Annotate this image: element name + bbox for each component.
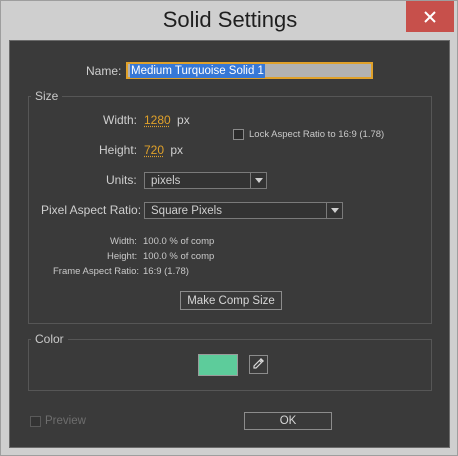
frame-aspect-ratio-value: 16:9 (1.78) — [143, 266, 189, 277]
height-label: Height: — [99, 143, 138, 157]
pixel-aspect-ratio-value: Square Pixels — [151, 204, 222, 217]
chevron-down-icon — [250, 173, 266, 188]
width-field[interactable]: 1280 px — [144, 113, 190, 127]
frame-aspect-ratio-label: Frame Aspect Ratio: — [53, 266, 140, 277]
eyedropper-icon — [252, 357, 265, 372]
units-value: pixels — [151, 174, 181, 187]
pixel-aspect-ratio-label: Pixel Aspect Ratio: — [41, 203, 142, 217]
info-width-label: Width: — [110, 236, 137, 247]
ok-label: OK — [279, 415, 297, 427]
color-swatch[interactable] — [198, 354, 238, 376]
name-label: Name: — [86, 64, 122, 78]
name-input[interactable]: Medium Turquoise Solid 1 — [126, 62, 373, 79]
width-label: Width: — [103, 113, 138, 127]
dialog-window: Solid Settings Name: Medium Turquoise So… — [0, 0, 458, 456]
preview-checkbox[interactable] — [30, 416, 41, 427]
units-label: Units: — [106, 173, 137, 187]
color-group-label: Color — [31, 332, 68, 346]
info-height-label: Height: — [107, 251, 138, 262]
name-input-value: Medium Turquoise Solid 1 — [130, 63, 265, 78]
make-comp-size-label: Make Comp Size — [187, 294, 275, 307]
pixel-aspect-ratio-dropdown[interactable]: Square Pixels — [144, 202, 343, 219]
eyedropper-button[interactable] — [249, 355, 268, 374]
width-unit: px — [177, 113, 190, 127]
info-width-value: 100.0 % of comp — [143, 236, 215, 247]
size-group-label: Size — [31, 89, 63, 103]
dialog-title: Solid Settings — [162, 7, 298, 32]
close-icon — [424, 10, 436, 23]
close-button[interactable] — [406, 1, 454, 32]
make-comp-size-button[interactable]: Make Comp Size — [180, 291, 282, 310]
height-unit: px — [170, 143, 184, 157]
info-height-value: 100.0 % of comp — [143, 251, 215, 262]
lock-aspect-checkbox[interactable] — [233, 129, 244, 140]
height-field[interactable]: 720 px — [144, 143, 183, 157]
chevron-down-icon — [326, 203, 342, 218]
lock-aspect-label: Lock Aspect Ratio to 16:9 (1.78) — [249, 129, 385, 140]
title-bar[interactable]: Solid Settings — [1, 1, 458, 41]
preview-label: Preview — [45, 415, 86, 427]
dialog-body: Name: Medium Turquoise Solid 1 Size Widt… — [9, 40, 450, 448]
width-value[interactable]: 1280 — [144, 113, 171, 127]
height-value[interactable]: 720 — [144, 143, 164, 157]
units-dropdown[interactable]: pixels — [144, 172, 267, 189]
ok-button[interactable]: OK — [244, 412, 332, 430]
